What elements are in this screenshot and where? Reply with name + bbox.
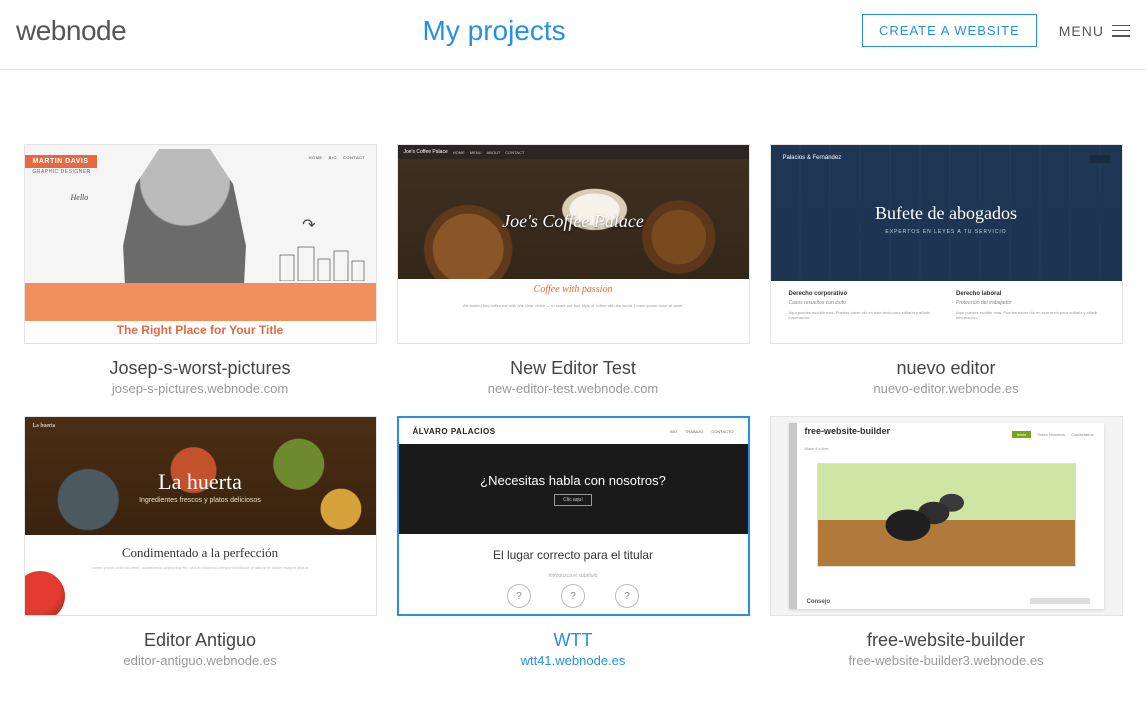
thumb-columns: Derecho corporativo Casos resueltos con …	[771, 281, 1122, 343]
thumb-nav: Inicio Sobre Nosotros Contáctanos	[1012, 431, 1094, 438]
thumb-decor	[24, 571, 65, 616]
create-website-button[interactable]: CREATE A WEBSITE	[862, 14, 1037, 47]
thumb-window: free-website-builder Make it shine Inici…	[789, 423, 1104, 609]
thumb-tip: Consejo	[807, 599, 831, 605]
thumb-hero-title: Joe's Coffee Palace	[398, 211, 749, 232]
menu-button[interactable]: MENU	[1059, 23, 1130, 39]
thumb-caption: El lugar correcto para el titular	[399, 548, 748, 562]
question-icon: ?	[561, 584, 585, 608]
projects-grid: MARTIN DAVIS GRAPHIC DESIGNER HOME BIO C…	[0, 70, 1146, 708]
project-url: editor-antiguo.webnode.es	[24, 653, 377, 668]
thumb-hero-sub: EXPERTOS EN LEYES A TU SERVICIO	[771, 229, 1122, 235]
thumb-subtitle: GRAPHIC DESIGNER	[33, 169, 91, 175]
project-thumbnail: MARTIN DAVIS GRAPHIC DESIGNER HOME BIO C…	[24, 144, 377, 344]
project-url: josep-s-pictures.webnode.com	[24, 381, 377, 396]
thumb-hero-sub: Ingredientes frescos y platos deliciosos	[25, 497, 376, 504]
thumb-image	[817, 463, 1076, 567]
thumb-header: free-website-builder Make it shine Inici…	[797, 423, 1104, 461]
project-card[interactable]: MARTIN DAVIS GRAPHIC DESIGNER HOME BIO C…	[24, 144, 377, 396]
project-thumbnail: La huerta La huerta Ingredientes frescos…	[24, 416, 377, 616]
project-card[interactable]: Joe's Coffee Palace HOME MENU ABOUT CONT…	[397, 144, 750, 396]
thumb-body: We started this coffee bar with one clea…	[398, 299, 749, 343]
thumb-hero: ¿Necesitas habla con nosotros? Clic aquí	[399, 444, 748, 534]
project-name: free-website-builder	[770, 630, 1123, 651]
project-url: wtt41.webnode.es	[397, 653, 750, 668]
thumb-sidebar	[789, 423, 797, 609]
project-name: New Editor Test	[397, 358, 750, 379]
project-name: WTT	[397, 630, 750, 651]
project-card[interactable]: free-website-builder Make it shine Inici…	[770, 416, 1123, 668]
thumb-topbar: Joe's Coffee Palace HOME MENU ABOUT CONT…	[398, 145, 749, 159]
thumb-hero-title: ¿Necesitas habla con nosotros?	[480, 473, 666, 488]
project-url: free-website-builder3.webnode.es	[770, 653, 1123, 668]
thumb-brand: La huerta	[33, 423, 56, 429]
thumb-bar	[1030, 598, 1090, 604]
arrow-icon: ↷	[302, 215, 315, 235]
thumb-hello: Hello	[71, 193, 89, 202]
thumb-caption: The Right Place for Your Title	[25, 323, 376, 337]
thumb-nav: HOME BIO CONTACT	[309, 155, 366, 160]
thumb-tagline: Coffee with passion	[398, 279, 749, 299]
question-icon: ?	[507, 584, 531, 608]
thumb-body: El lugar correcto para el titular Introd…	[399, 534, 748, 614]
project-url: nuevo-editor.webnode.es	[770, 381, 1123, 396]
thumb-badge: MARTIN DAVIS	[25, 155, 97, 168]
thumb-caption-area: Condimentado a la perfección Lorem ipsum…	[25, 535, 376, 615]
thumb-buildings	[278, 241, 368, 281]
project-thumbnail: Palacios & Fernández Bufete de abogados …	[770, 144, 1123, 344]
page-title: My projects	[126, 15, 862, 47]
project-thumbnail: free-website-builder Make it shine Inici…	[770, 416, 1123, 616]
menu-icon	[1090, 155, 1110, 163]
thumb-topbar: ÁLVARO PALACIOS BIO TRABAJO CONTACTO	[399, 418, 748, 444]
webnode-logo[interactable]: webnode	[16, 15, 126, 47]
header-actions: CREATE A WEBSITE MENU	[862, 14, 1130, 47]
question-icon: ?	[615, 584, 639, 608]
project-name: nuevo editor	[770, 358, 1123, 379]
thumb-circles: ? ? ?	[399, 584, 748, 608]
thumb-hero-title: Bufete de abogados	[771, 203, 1122, 224]
thumb-hero-title: La huerta	[25, 469, 376, 495]
project-name: Editor Antiguo	[24, 630, 377, 651]
thumb-caption: Condimentado a la perfección	[39, 545, 362, 561]
project-card[interactable]: ÁLVARO PALACIOS BIO TRABAJO CONTACTO ¿Ne…	[397, 416, 750, 668]
hamburger-icon	[1112, 25, 1130, 37]
project-url: new-editor-test.webnode.com	[397, 381, 750, 396]
project-name: Josep-s-worst-pictures	[24, 358, 377, 379]
menu-label: MENU	[1059, 23, 1104, 39]
project-thumbnail: Joe's Coffee Palace HOME MENU ABOUT CONT…	[397, 144, 750, 344]
thumb-brand: Palacios & Fernández	[783, 155, 842, 161]
project-card[interactable]: La huerta La huerta Ingredientes frescos…	[24, 416, 377, 668]
thumb-cta: Clic aquí	[554, 494, 591, 506]
header: webnode My projects CREATE A WEBSITE MEN…	[0, 0, 1146, 70]
project-thumbnail: ÁLVARO PALACIOS BIO TRABAJO CONTACTO ¿Ne…	[397, 416, 750, 616]
project-card[interactable]: Palacios & Fernández Bufete de abogados …	[770, 144, 1123, 396]
